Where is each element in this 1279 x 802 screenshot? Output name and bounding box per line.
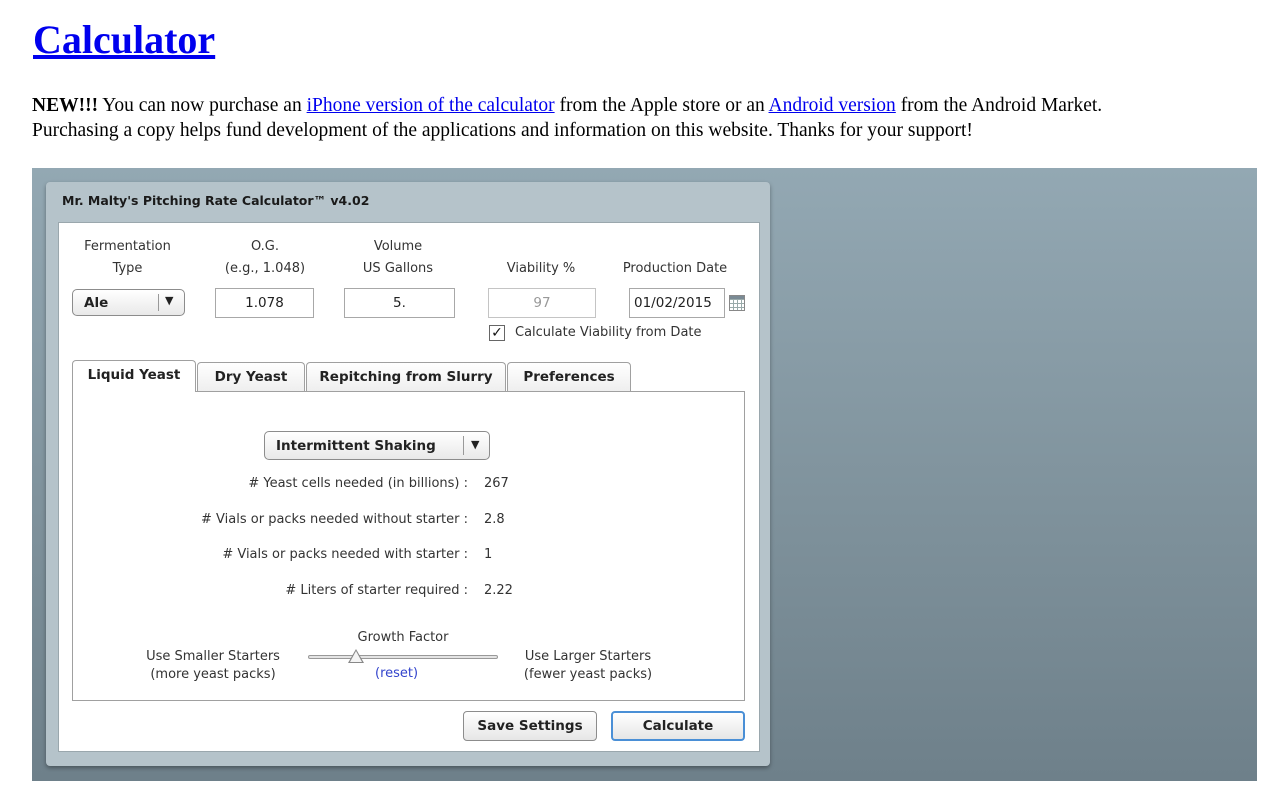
liquid-yeast-panel: Intermittent Shaking ▼ # Yeast cells nee…: [72, 391, 745, 701]
reset-growth-factor-link[interactable]: (reset): [375, 666, 418, 681]
vials-without-starter-label: # Vials or packs needed without starter …: [201, 512, 468, 527]
production-date-label: Production Date: [622, 261, 728, 276]
tab-liquid-yeast[interactable]: Liquid Yeast: [72, 360, 196, 392]
volume-input[interactable]: 5.: [344, 288, 455, 318]
tab-dry-yeast[interactable]: Dry Yeast: [197, 362, 305, 392]
select-divider: [158, 294, 159, 311]
og-input[interactable]: 1.078: [215, 288, 314, 318]
vials-without-starter-value: 2.8: [484, 512, 505, 527]
liters-starter-value: 2.22: [484, 583, 513, 598]
vials-with-starter-value: 1: [484, 547, 493, 562]
og-label: O.G. (e.g., 1.048): [224, 239, 306, 276]
calculator-title: Mr. Malty's Pitching Rate Calculator™ v4…: [62, 193, 370, 208]
growth-factor-label: Growth Factor: [357, 630, 449, 645]
calculator-body: Fermentation Type O.G. (e.g., 1.048) Volum…: [58, 222, 760, 752]
viability-input[interactable]: 97: [488, 288, 596, 318]
production-date-input[interactable]: 01/02/2015: [629, 288, 725, 318]
new-label: NEW!!!: [32, 95, 99, 116]
page-title[interactable]: Calculator: [33, 12, 215, 68]
fermentation-type-select[interactable]: Ale ▼: [72, 289, 185, 316]
chevron-down-icon: ▼: [165, 294, 174, 307]
yeast-cells-label: # Yeast cells needed (in billions) :: [248, 476, 468, 491]
smaller-starters-label: Use Smaller Starters (more yeast packs): [146, 649, 280, 682]
vials-with-starter-label: # Vials or packs needed with starter :: [222, 547, 468, 562]
calc-viability-checkbox[interactable]: ✓: [489, 325, 505, 341]
larger-starters-label: Use Larger Starters (fewer yeast packs): [523, 649, 653, 682]
calc-viability-label: Calculate Viability from Date: [515, 325, 702, 340]
aeration-method-select[interactable]: Intermittent Shaking ▼: [264, 431, 490, 460]
calendar-icon[interactable]: [729, 295, 745, 311]
android-link[interactable]: Android version: [769, 95, 896, 116]
tab-repitching-from-slurry[interactable]: Repitching from Slurry: [306, 362, 506, 392]
liters-starter-label: # Liters of starter required :: [285, 583, 468, 598]
tab-preferences[interactable]: Preferences: [507, 362, 631, 392]
select-divider: [463, 436, 464, 455]
fermentation-type-label: Fermentation Type: [84, 239, 171, 276]
intro-text-2: from the Apple store or an: [554, 95, 769, 116]
intro-text-3: from the Android Market.: [895, 95, 1103, 116]
yeast-cells-value: 267: [484, 476, 509, 491]
intro-line-2: Purchasing a copy helps fund development…: [32, 120, 973, 141]
volume-label: Volume US Gallons: [362, 239, 434, 276]
intro-text: NEW!!! You can now purchase an iPhone ve…: [32, 93, 1252, 143]
chevron-down-icon: ▼: [471, 438, 480, 451]
intro-text-1: You can now purchase an: [98, 95, 307, 116]
growth-factor-slider[interactable]: [308, 655, 498, 659]
aeration-method-value: Intermittent Shaking: [276, 438, 436, 454]
growth-factor-slider-thumb[interactable]: [347, 649, 364, 663]
viability-label: Viability %: [506, 261, 576, 276]
save-settings-button[interactable]: Save Settings: [463, 711, 597, 741]
calculator-panel: Mr. Malty's Pitching Rate Calculator™ v4…: [46, 182, 770, 766]
fermentation-type-value: Ale: [84, 295, 109, 311]
iphone-link[interactable]: iPhone version of the calculator: [307, 95, 555, 116]
calculate-button[interactable]: Calculate: [611, 711, 745, 741]
